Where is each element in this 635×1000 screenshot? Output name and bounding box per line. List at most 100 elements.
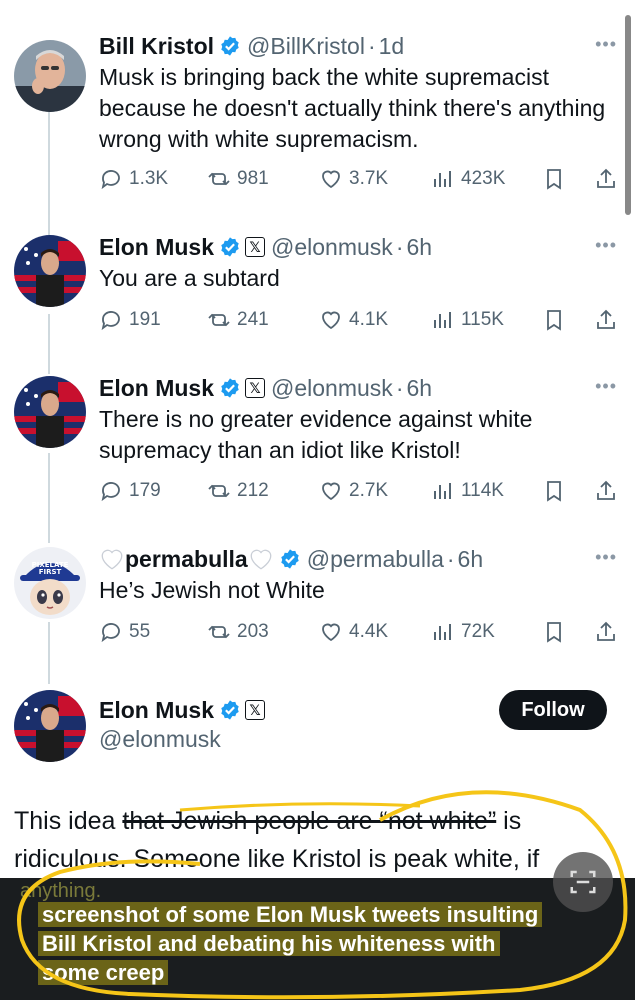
tweet-text: You are a subtard <box>99 265 280 291</box>
repost-icon <box>208 484 230 498</box>
avatar[interactable]: PIXELATE FIRST <box>14 547 86 619</box>
views-icon <box>434 624 451 640</box>
more-options-icon[interactable]: ••• <box>595 547 617 568</box>
author-handle[interactable]: @elonmusk <box>271 234 393 261</box>
repost-button[interactable]: 241 <box>207 308 269 332</box>
reply-button[interactable]: 55 <box>99 620 150 644</box>
main-tweet-text-struck: that Jewish people are “not white” <box>122 807 497 835</box>
like-button[interactable]: 2.7K <box>319 479 388 503</box>
avatar[interactable] <box>14 235 86 307</box>
tweet-time[interactable]: 1d <box>379 33 405 60</box>
heart-icon <box>322 482 340 501</box>
more-options-icon[interactable]: ••• <box>595 34 617 55</box>
bookmark-button[interactable] <box>542 308 566 332</box>
more-options-icon[interactable]: ••• <box>595 235 617 256</box>
tweet-time[interactable]: 6h <box>406 375 432 402</box>
more-options-icon[interactable]: ••• <box>595 376 617 397</box>
repost-count: 241 <box>237 309 269 330</box>
author-handle[interactable]: @permabulla <box>307 546 444 573</box>
share-button[interactable] <box>594 167 618 191</box>
tweet-actions: 179 212 2.7K 114K <box>99 479 619 507</box>
thread-line <box>48 622 50 684</box>
share-icon <box>597 480 615 500</box>
tweet-header: Elon Musk 𝕏 @elonmusk · 6h <box>99 231 432 263</box>
thread-line <box>48 453 50 543</box>
like-button[interactable]: 4.1K <box>319 308 388 332</box>
reply-button[interactable]: 191 <box>99 308 161 332</box>
verified-badge-icon <box>221 36 239 56</box>
repost-button[interactable]: 203 <box>207 620 269 644</box>
bookmark-icon <box>547 169 561 190</box>
repost-button[interactable]: 981 <box>207 167 269 191</box>
repost-button[interactable]: 212 <box>207 479 269 503</box>
share-button[interactable] <box>594 308 618 332</box>
avatar[interactable] <box>14 40 86 112</box>
heart-icon <box>322 170 340 189</box>
x-affiliation-badge-icon: 𝕏 <box>245 700 266 720</box>
author-name[interactable]: Elon Musk <box>99 697 214 724</box>
verified-badge-icon <box>221 700 239 720</box>
image-caption: screenshot of some Elon Musk tweets insu… <box>38 900 608 987</box>
views-icon <box>434 312 451 328</box>
views-button[interactable]: 114K <box>431 479 504 503</box>
x-affiliation-badge-icon: 𝕏 <box>245 378 266 398</box>
bookmark-button[interactable] <box>542 167 566 191</box>
tweet-time[interactable]: 6h <box>458 546 484 573</box>
share-icon <box>597 309 615 329</box>
separator-dot: · <box>395 374 404 401</box>
heart-icon <box>322 623 340 642</box>
reply-count: 55 <box>129 621 151 642</box>
tweet-header: Bill Kristol @BillKristol · 1d <box>99 30 404 62</box>
bookmark-button[interactable] <box>542 620 566 644</box>
reply-icon <box>101 311 120 331</box>
like-button[interactable]: 4.4K <box>319 620 388 644</box>
reply-icon <box>101 170 120 190</box>
views-button[interactable]: 72K <box>431 620 495 644</box>
verified-badge-icon <box>281 549 299 569</box>
caption-line: Bill Kristol and debating his whiteness … <box>38 931 500 956</box>
avatar-elon-musk-image <box>14 235 86 307</box>
like-count: 4.1K <box>349 309 389 330</box>
author-name[interactable]: permabulla <box>125 546 248 573</box>
tweet-actions: 55 203 4.4K 72K <box>99 620 619 648</box>
views-button[interactable]: 115K <box>431 308 504 332</box>
reply-count: 179 <box>129 480 161 501</box>
share-icon <box>597 621 615 641</box>
reply-button[interactable]: 1.3K <box>99 167 168 191</box>
repost-icon <box>208 172 230 186</box>
avatar[interactable] <box>14 376 86 448</box>
bookmark-icon <box>547 310 561 331</box>
bookmark-button[interactable] <box>542 479 566 503</box>
tweet-text: There is no greater evidence against whi… <box>99 406 533 463</box>
repost-count: 203 <box>237 621 269 642</box>
reply-button[interactable]: 179 <box>99 479 161 503</box>
author-name[interactable]: Elon Musk <box>99 234 214 261</box>
tweet-text: He’s Jewish not White <box>99 577 325 603</box>
avatar-elon-musk-image <box>14 690 86 762</box>
tweet-time[interactable]: 6h <box>406 234 432 261</box>
tweet-actions: 1.3K 981 3.7K 423K <box>99 167 619 195</box>
main-tweet-text-start: This idea <box>14 807 123 835</box>
author-name[interactable]: Bill Kristol <box>99 33 214 60</box>
repost-count: 212 <box>237 480 269 501</box>
share-button[interactable] <box>594 479 618 503</box>
caption-line: some creep <box>38 960 169 985</box>
avatar-permabulla-image: PIXELATE FIRST <box>14 547 86 619</box>
like-count: 2.7K <box>349 480 389 501</box>
follow-button[interactable]: Follow <box>499 690 607 730</box>
tweet-header: Elon Musk 𝕏 @elonmusk · 6h <box>99 372 432 404</box>
like-button[interactable]: 3.7K <box>319 167 388 191</box>
views-icon <box>434 483 451 499</box>
scrollbar[interactable] <box>625 15 631 215</box>
views-count: 72K <box>461 621 495 642</box>
author-name[interactable]: Elon Musk <box>99 375 214 402</box>
like-count: 4.4K <box>349 621 389 642</box>
author-handle[interactable]: @elonmusk <box>271 375 393 402</box>
bookmark-icon <box>547 622 561 643</box>
views-button[interactable]: 423K <box>431 167 505 191</box>
share-button[interactable] <box>594 620 618 644</box>
author-handle[interactable]: @BillKristol <box>247 33 365 60</box>
tweet-header: Elon Musk 𝕏 <box>99 694 266 726</box>
avatar[interactable] <box>14 690 86 762</box>
caption-line: screenshot of some Elon Musk tweets insu… <box>38 902 543 927</box>
